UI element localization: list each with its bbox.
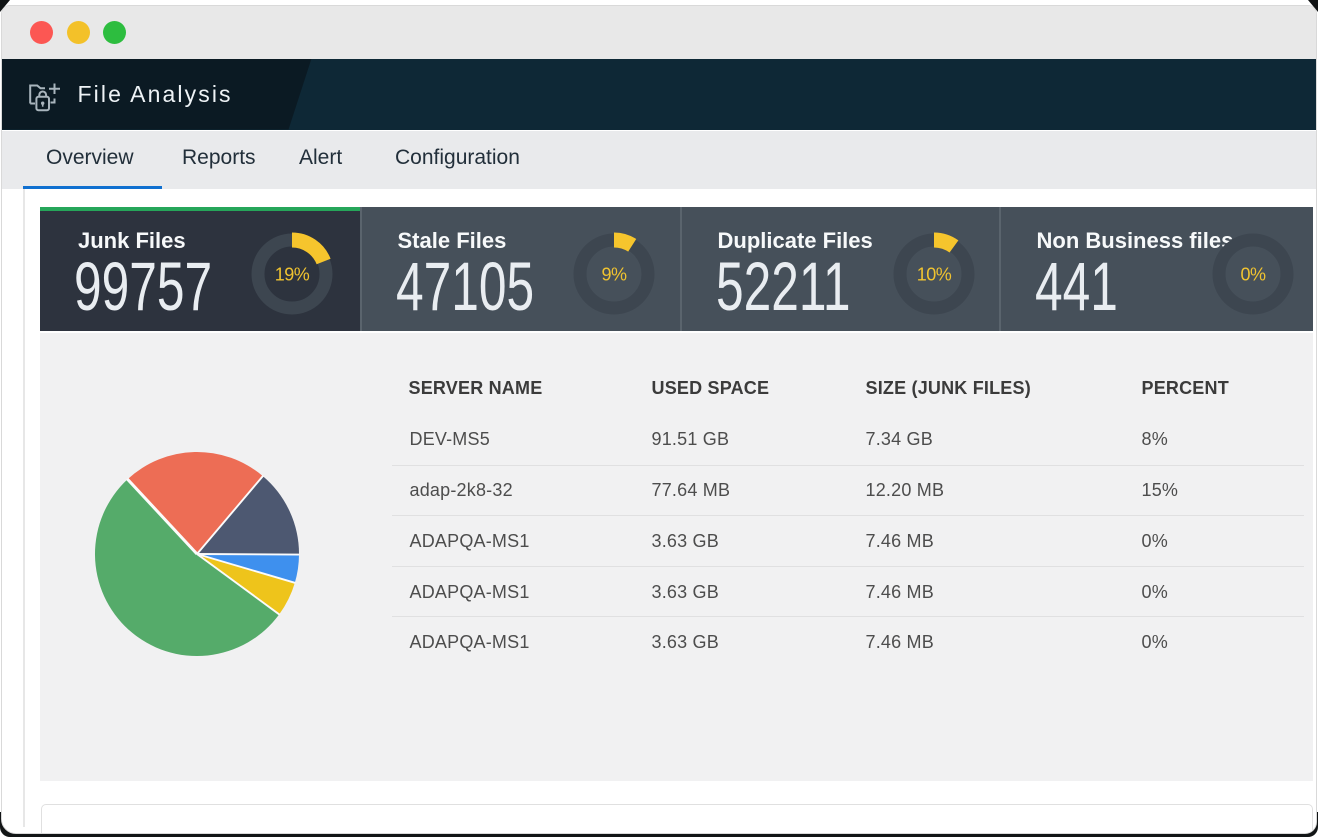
svg-text:9%: 9% [601,264,627,284]
svg-text:10%: 10% [916,264,951,284]
svg-text:19%: 19% [274,264,309,284]
svg-text:0%: 0% [1240,264,1266,284]
